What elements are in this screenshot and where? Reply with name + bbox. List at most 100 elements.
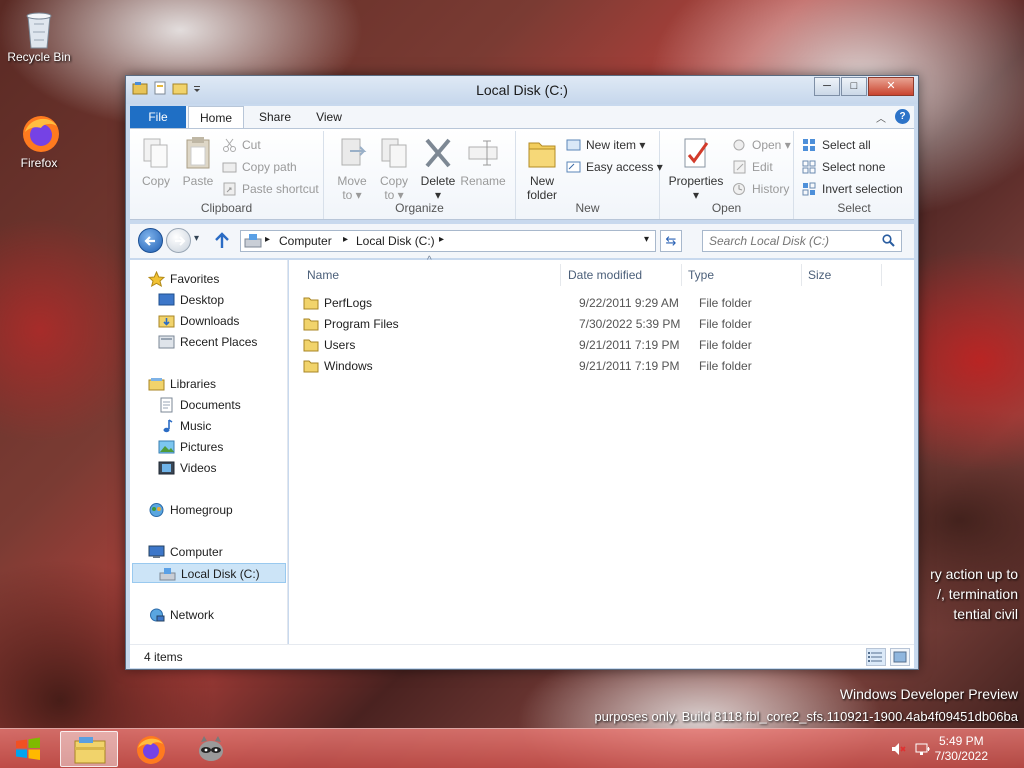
nav-pictures[interactable]: Pictures (158, 437, 223, 457)
start-button[interactable] (0, 731, 56, 767)
taskbar-file-explorer[interactable] (60, 731, 118, 767)
nav-downloads[interactable]: Downloads (158, 311, 239, 331)
new-folder-button[interactable]: New folder (522, 135, 562, 202)
breadcrumb-computer[interactable]: Computer (279, 234, 332, 248)
file-row[interactable]: Windows 9/21/2011 7:19 PM File folder (303, 356, 903, 377)
nav-documents[interactable]: Documents (158, 395, 241, 415)
window-title: Local Disk (C:) (476, 82, 568, 98)
breadcrumb-separator[interactable]: ▸ (439, 234, 444, 245)
file-row[interactable]: Program Files 7/30/2022 5:39 PM File fol… (303, 314, 903, 335)
column-header-size[interactable]: Size (802, 264, 882, 286)
new-item-icon (566, 138, 581, 152)
select-all-icon (802, 138, 817, 152)
ribbon: Copy Paste Cut Copy path Paste shortcut … (130, 128, 914, 220)
clock-time: 5:49 PM (938, 734, 984, 748)
file-type: File folder (699, 359, 752, 373)
up-button[interactable] (212, 230, 232, 252)
rename-button[interactable]: Rename (460, 135, 506, 188)
nav-music[interactable]: Music (158, 416, 211, 436)
title-bar[interactable]: Local Disk (C:) ─ □ ✕ (126, 76, 918, 104)
nav-computer[interactable]: Computer (148, 542, 223, 562)
file-row[interactable]: Users 9/21/2011 7:19 PM File folder (303, 335, 903, 356)
folder-icon (303, 338, 319, 352)
move-to-button[interactable]: Move to ▾ (332, 135, 372, 202)
nav-network[interactable]: Network (148, 605, 214, 625)
copy-button[interactable]: Copy (136, 135, 176, 188)
nav-favorites[interactable]: Favorites (147, 269, 219, 289)
large-icons-view-button[interactable] (890, 648, 910, 666)
select-all-button[interactable]: Select all (802, 135, 871, 155)
address-bar[interactable]: ▸ Computer ▸ Local Disk (C:) ▸ ▾ (240, 230, 656, 252)
folder-icon (303, 359, 319, 373)
system-clock[interactable]: 5:49 PM 7/30/2022 (935, 734, 988, 764)
column-header-type[interactable]: Type (682, 264, 802, 286)
file-type: File folder (699, 338, 752, 352)
history-button[interactable]: History (732, 179, 789, 199)
delete-dropdown-arrow[interactable]: ▾ (418, 188, 458, 202)
minimize-ribbon-chevron-icon[interactable]: ︿ (876, 110, 886, 125)
taskbar-raccoon-app[interactable] (182, 731, 240, 767)
delete-button[interactable]: Delete ▾ (418, 135, 458, 202)
desktop-icon-firefox[interactable]: Firefox (4, 112, 74, 170)
open-button[interactable]: Open ▾ (732, 135, 791, 155)
copy-path-button[interactable]: Copy path (222, 157, 297, 177)
tab-view[interactable]: View (306, 106, 352, 128)
paste-button[interactable]: Paste (178, 135, 218, 188)
column-header-name[interactable]: Name (301, 264, 561, 286)
select-none-button[interactable]: Select none (802, 157, 885, 177)
desktop-icon-label: Recycle Bin (7, 50, 71, 64)
search-icon[interactable] (882, 234, 895, 247)
edit-button[interactable]: Edit (732, 157, 773, 177)
nav-homegroup[interactable]: Homegroup (148, 500, 233, 520)
background-partial-text: ry action up to /, termination tential c… (930, 564, 1018, 624)
file-row[interactable]: PerfLogs 9/22/2011 9:29 AM File folder (303, 293, 903, 314)
nav-videos[interactable]: Videos (158, 458, 216, 478)
details-view-button[interactable] (866, 648, 886, 666)
watermark-title: Windows Developer Preview (839, 686, 1018, 702)
nav-recent-places[interactable]: Recent Places (158, 332, 257, 352)
file-name: Windows (324, 359, 373, 373)
move-to-label-2: to ▾ (342, 188, 362, 202)
nav-libraries[interactable]: Libraries (148, 374, 216, 394)
tab-share[interactable]: Share (250, 106, 300, 128)
volume-muted-icon[interactable] (890, 741, 906, 757)
taskbar-firefox[interactable] (122, 731, 180, 767)
desktop-icon-recycle-bin[interactable]: Recycle Bin (4, 6, 74, 64)
properties-label: Properties (668, 174, 724, 188)
nav-local-disk[interactable]: Local Disk (C:) (132, 563, 286, 583)
properties-dropdown-arrow[interactable]: ▾ (666, 188, 726, 202)
properties-button[interactable]: Properties ▾ (666, 135, 726, 202)
breadcrumb-separator[interactable]: ▸ (265, 234, 270, 245)
recent-places-icon (158, 334, 175, 350)
partial-text-line: ry action up to (930, 566, 1018, 582)
easy-access-button[interactable]: Easy access ▾ (566, 157, 663, 177)
recent-locations-chevron-down-icon[interactable]: ▾ (194, 233, 199, 244)
invert-selection-button[interactable]: Invert selection (802, 179, 903, 199)
explorer-window[interactable]: Local Disk (C:) ─ □ ✕ File Home Share Vi… (125, 75, 919, 670)
column-header-date-modified[interactable]: Date modified (562, 264, 682, 286)
address-dropdown-icon[interactable]: ▾ (644, 234, 649, 245)
forward-button[interactable] (166, 228, 191, 253)
breadcrumb-local-disk[interactable]: Local Disk (C:) (356, 234, 435, 248)
search-input[interactable] (703, 231, 873, 251)
copy-to-button[interactable]: Copy to ▾ (374, 135, 414, 202)
nav-desktop[interactable]: Desktop (158, 290, 224, 310)
close-button[interactable]: ✕ (868, 77, 914, 96)
help-icon[interactable]: ? (895, 109, 910, 124)
history-clock-icon (732, 182, 747, 196)
file-list: ^ Name Date modified Type Size PerfLogs … (289, 255, 914, 644)
tab-home[interactable]: Home (188, 106, 244, 128)
search-box[interactable] (702, 230, 902, 252)
new-folder-label-2: folder (526, 188, 558, 202)
refresh-button[interactable]: ⇆ (660, 230, 682, 252)
new-item-button[interactable]: New item ▾ (566, 135, 645, 155)
back-button[interactable] (138, 228, 163, 253)
breadcrumb-separator[interactable]: ▸ (343, 234, 348, 245)
paste-shortcut-button[interactable]: Paste shortcut (222, 179, 319, 199)
tab-file[interactable]: File (130, 106, 186, 128)
drive-icon (244, 234, 262, 248)
cut-button[interactable]: Cut (222, 135, 261, 155)
minimize-button[interactable]: ─ (814, 77, 840, 96)
network-tray-icon[interactable] (915, 741, 931, 757)
maximize-button[interactable]: □ (841, 77, 867, 96)
